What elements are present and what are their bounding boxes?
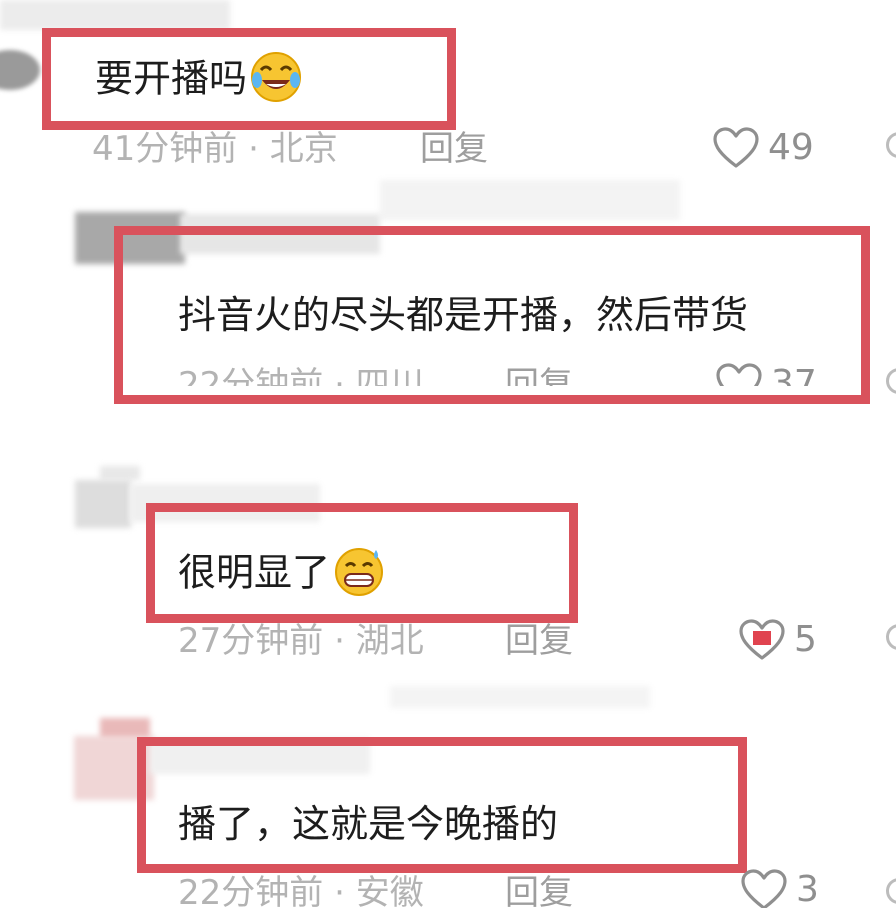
avatar[interactable]: [0, 50, 40, 90]
comment-text: 抖音火的尽头都是开播，然后带货: [178, 293, 749, 337]
reply-button[interactable]: 回复: [505, 624, 573, 658]
like-button[interactable]: 3: [740, 868, 819, 908]
comment-meta: 27分钟前 · 湖北: [178, 624, 424, 658]
blurred-avatar: [75, 480, 131, 528]
location: 湖北: [355, 621, 424, 661]
comment-text: 很明显了: [178, 548, 386, 598]
like-count: 49: [768, 127, 814, 168]
dislike-icon[interactable]: [886, 878, 896, 904]
reply-button[interactable]: 回复: [505, 876, 573, 908]
heart-icon: [713, 127, 759, 168]
timestamp: 27分钟前: [178, 621, 324, 661]
timestamp: 41分钟前: [92, 129, 238, 169]
blurred-username: [380, 180, 680, 220]
like-button[interactable]: 49: [712, 126, 814, 170]
location: 北京: [269, 129, 338, 169]
heart-icon-liked: [739, 619, 785, 660]
comment-meta: 22分钟前 · 安徽: [178, 876, 424, 908]
like-count: 3: [796, 869, 819, 908]
blurred-username: [100, 466, 140, 480]
heart-icon: [741, 869, 787, 908]
meta-dot: ·: [248, 129, 270, 169]
reply-button[interactable]: 回复: [420, 132, 488, 166]
like-button[interactable]: 5: [738, 618, 817, 662]
dislike-icon[interactable]: [886, 368, 896, 394]
comment-meta: 41分钟前 · 北京: [92, 132, 338, 166]
dislike-icon[interactable]: [886, 132, 896, 158]
dislike-icon[interactable]: [886, 624, 896, 650]
comment-text: 播了，这就是今晚播的: [178, 802, 559, 846]
meta-dot: ·: [334, 621, 356, 661]
location: 安徽: [355, 873, 424, 908]
comment-text: 要开播吗: [95, 52, 303, 104]
blurred-username: [0, 0, 230, 30]
like-count: 5: [794, 619, 817, 660]
laughing-crying-emoji: [251, 52, 302, 102]
blurred-username: [390, 686, 650, 708]
timestamp: 22分钟前: [178, 873, 324, 908]
meta-dot: ·: [334, 873, 356, 908]
grinning-sweat-emoji: [335, 548, 384, 596]
